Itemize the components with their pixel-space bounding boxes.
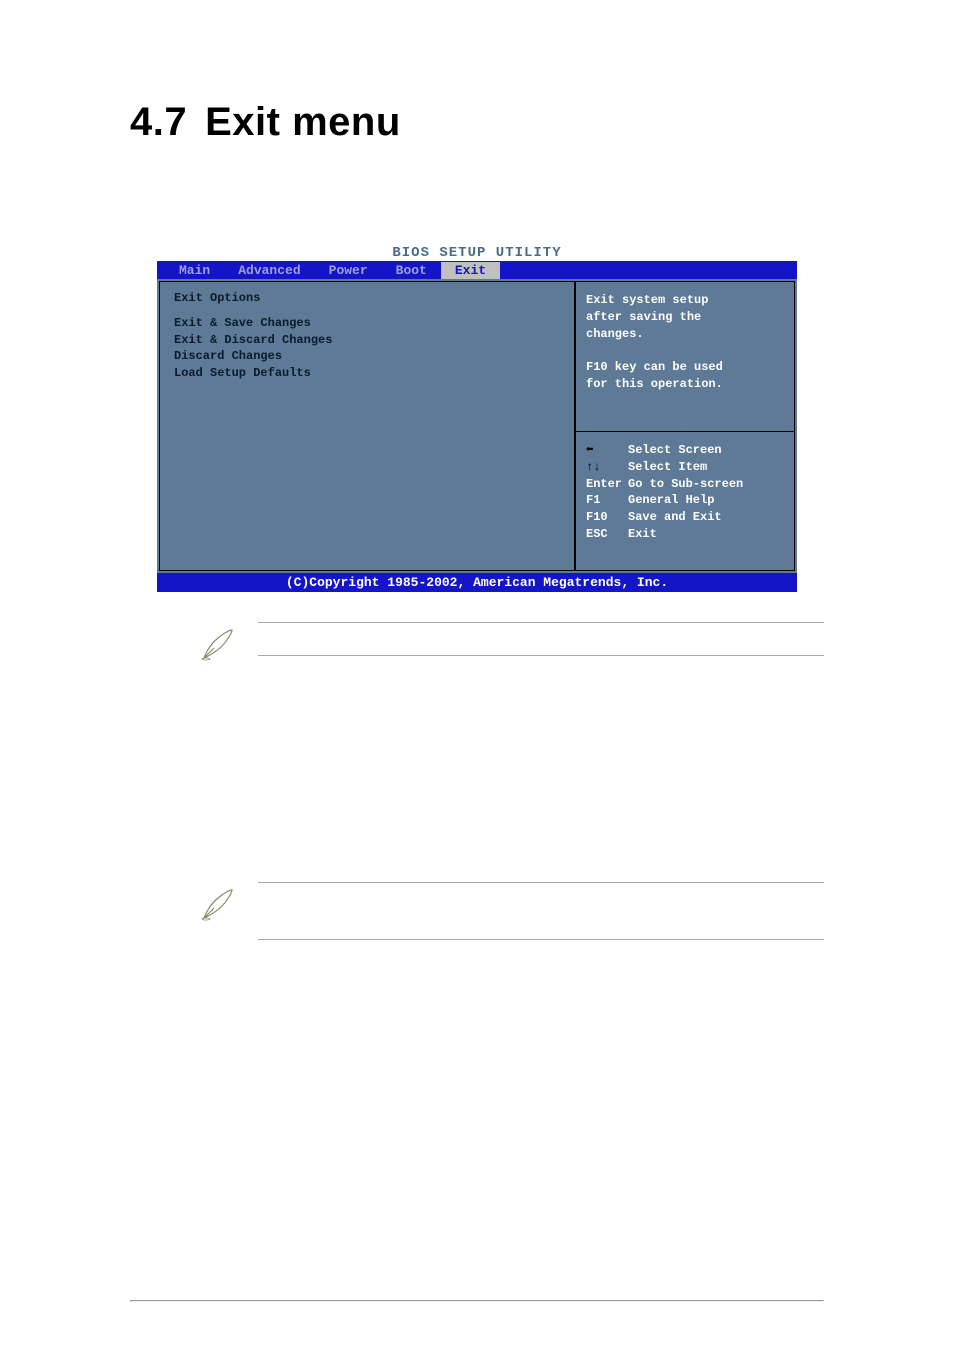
key-general-help: General Help: [628, 492, 714, 509]
key-select-item: Select Item: [628, 459, 707, 476]
bios-tab-bar: Main Advanced Power Boot Exit: [157, 261, 797, 279]
bios-help-text: Exit system setup after saving the chang…: [586, 292, 784, 393]
divider-line: [258, 939, 824, 940]
bios-help-panel: Exit system setup after saving the chang…: [576, 282, 794, 432]
divider-line: [258, 622, 824, 623]
key-select-screen: Select Screen: [628, 442, 722, 459]
bios-tab-power: Power: [315, 262, 382, 279]
exit-options-header: Exit Options: [174, 290, 560, 307]
page-footer-divider: [130, 1300, 824, 1302]
key-esc: ESC: [586, 526, 622, 543]
bios-keys-panel: ⬅ Select Screen ↑↓ Select Item Enter Go to …: [576, 432, 794, 570]
quill-icon: [200, 886, 236, 922]
bios-title: BIOS SETUP UTILITY: [157, 245, 797, 261]
left-right-arrow-icon: ⬅: [586, 443, 593, 457]
quill-icon: [200, 626, 236, 662]
bios-copyright-footer: (C)Copyright 1985-2002, American Megatre…: [157, 573, 797, 592]
key-f1: F1: [586, 492, 622, 509]
key-enter: Enter: [586, 476, 622, 493]
exit-discard-changes: Exit & Discard Changes: [174, 332, 560, 349]
heading-title: Exit menu: [205, 100, 401, 144]
key-sub-screen: Go to Sub-screen: [628, 476, 743, 493]
divider-line: [258, 655, 824, 656]
note-block-2: [200, 882, 824, 940]
bios-left-panel: Exit Options Exit & Save Changes Exit & …: [159, 281, 575, 571]
up-down-arrow-icon: ↑↓: [586, 460, 600, 474]
note-block-1: [200, 622, 824, 662]
bios-tab-boot: Boot: [382, 262, 441, 279]
key-exit: Exit: [628, 526, 657, 543]
key-save-exit: Save and Exit: [628, 509, 722, 526]
discard-changes: Discard Changes: [174, 348, 560, 365]
page-heading: 4.7 Exit menu: [130, 100, 824, 145]
bios-setup-screenshot: BIOS SETUP UTILITY Main Advanced Power B…: [157, 245, 797, 592]
heading-number: 4.7: [130, 100, 187, 144]
bios-tab-exit: Exit: [441, 262, 500, 279]
key-f10: F10: [586, 509, 622, 526]
bios-tab-advanced: Advanced: [224, 262, 314, 279]
load-setup-defaults: Load Setup Defaults: [174, 365, 560, 382]
divider-line: [258, 882, 824, 883]
exit-save-changes: Exit & Save Changes: [174, 315, 560, 332]
bios-tab-main: Main: [165, 262, 224, 279]
